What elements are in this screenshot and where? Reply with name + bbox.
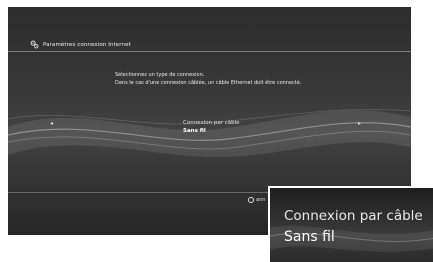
back-label: ann xyxy=(256,197,266,203)
option-wireless[interactable]: Sans fil xyxy=(183,127,240,135)
settings-gears-icon xyxy=(30,40,39,49)
option-wired-connection[interactable]: Connexion par câble xyxy=(183,119,240,127)
connection-type-list: Connexion par câble Sans fil xyxy=(183,119,240,135)
instruction-line-2: Dans le cas d'une connexion câblée, un c… xyxy=(115,79,302,86)
header-divider xyxy=(8,51,411,52)
zoom-inset: Connexion par câble Sans fil xyxy=(268,186,433,262)
right-arrow-icon[interactable]: ▸ xyxy=(358,120,361,127)
back-hint[interactable]: ann xyxy=(248,197,265,203)
zoom-options: Connexion par câble Sans fil xyxy=(284,206,423,248)
zoom-option-wired: Connexion par câble xyxy=(284,208,423,224)
zoom-option-wireless: Sans fil xyxy=(284,229,335,245)
page-title: Paramètres connexion Internet xyxy=(43,41,131,48)
circle-button-icon xyxy=(248,197,254,203)
left-arrow-icon[interactable]: ◂ xyxy=(50,120,53,127)
instruction-line-1: Sélectionnez un type de connexion. xyxy=(115,72,205,78)
instruction-text: Sélectionnez un type de connexion. Dans … xyxy=(115,72,301,87)
page-header: Paramètres connexion Internet xyxy=(30,40,131,49)
